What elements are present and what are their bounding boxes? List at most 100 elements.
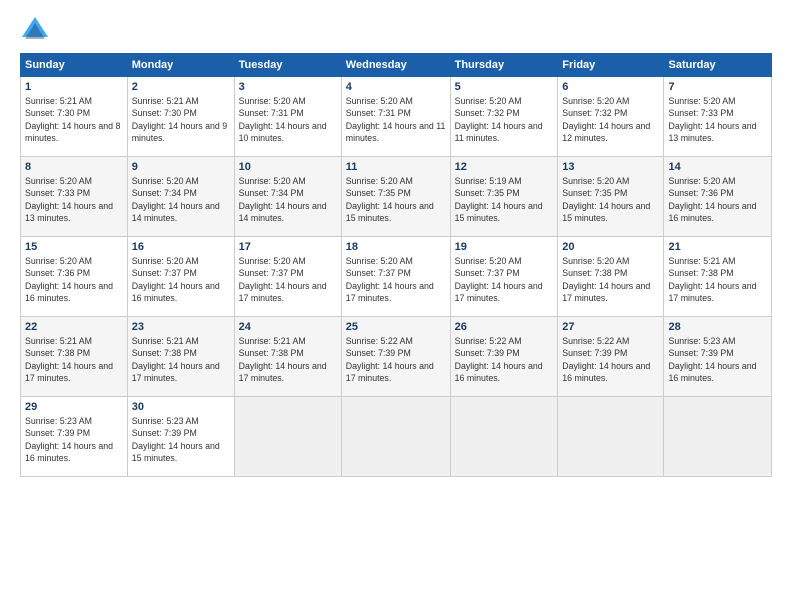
day-info: Sunrise: 5:20 AM Sunset: 7:34 PM Dayligh… — [239, 175, 337, 224]
calendar-cell: 30 Sunrise: 5:23 AM Sunset: 7:39 PM Dayl… — [127, 397, 234, 477]
page: SundayMondayTuesdayWednesdayThursdayFrid… — [0, 0, 792, 612]
day-number: 12 — [455, 161, 554, 173]
day-info: Sunrise: 5:21 AM Sunset: 7:38 PM Dayligh… — [239, 335, 337, 384]
sunrise-label: Sunrise: 5:20 AM — [25, 256, 92, 266]
calendar-cell: 24 Sunrise: 5:21 AM Sunset: 7:38 PM Dayl… — [234, 317, 341, 397]
sunrise-label: Sunrise: 5:20 AM — [455, 256, 522, 266]
sunrise-label: Sunrise: 5:20 AM — [25, 176, 92, 186]
day-info: Sunrise: 5:20 AM Sunset: 7:31 PM Dayligh… — [239, 95, 337, 144]
day-info: Sunrise: 5:22 AM Sunset: 7:39 PM Dayligh… — [455, 335, 554, 384]
day-number: 2 — [132, 81, 230, 93]
sunset-label: Sunset: 7:32 PM — [562, 108, 627, 118]
sunrise-label: Sunrise: 5:20 AM — [455, 96, 522, 106]
day-info: Sunrise: 5:20 AM Sunset: 7:35 PM Dayligh… — [346, 175, 446, 224]
daylight-label: Daylight: 14 hours and 17 minutes. — [346, 281, 434, 303]
calendar-cell — [234, 397, 341, 477]
daylight-label: Daylight: 14 hours and 8 minutes. — [25, 121, 120, 143]
sunrise-label: Sunrise: 5:22 AM — [562, 336, 629, 346]
day-number: 4 — [346, 81, 446, 93]
sunset-label: Sunset: 7:34 PM — [239, 188, 304, 198]
daylight-label: Daylight: 14 hours and 16 minutes. — [25, 281, 113, 303]
sunrise-label: Sunrise: 5:20 AM — [668, 176, 735, 186]
calendar-cell: 21 Sunrise: 5:21 AM Sunset: 7:38 PM Dayl… — [664, 237, 772, 317]
calendar-week-5: 29 Sunrise: 5:23 AM Sunset: 7:39 PM Dayl… — [21, 397, 772, 477]
daylight-label: Daylight: 14 hours and 17 minutes. — [455, 281, 543, 303]
day-info: Sunrise: 5:20 AM Sunset: 7:33 PM Dayligh… — [668, 95, 767, 144]
calendar-cell: 17 Sunrise: 5:20 AM Sunset: 7:37 PM Dayl… — [234, 237, 341, 317]
sunrise-label: Sunrise: 5:21 AM — [132, 336, 199, 346]
day-info: Sunrise: 5:20 AM Sunset: 7:32 PM Dayligh… — [455, 95, 554, 144]
day-number: 28 — [668, 321, 767, 333]
daylight-label: Daylight: 14 hours and 13 minutes. — [25, 201, 113, 223]
sunrise-label: Sunrise: 5:21 AM — [132, 96, 199, 106]
sunset-label: Sunset: 7:39 PM — [132, 428, 197, 438]
weekday-tuesday: Tuesday — [234, 54, 341, 77]
calendar-cell: 12 Sunrise: 5:19 AM Sunset: 7:35 PM Dayl… — [450, 157, 558, 237]
sunrise-label: Sunrise: 5:20 AM — [239, 96, 306, 106]
sunrise-label: Sunrise: 5:20 AM — [562, 176, 629, 186]
calendar-cell: 6 Sunrise: 5:20 AM Sunset: 7:32 PM Dayli… — [558, 77, 664, 157]
sunrise-label: Sunrise: 5:20 AM — [346, 96, 413, 106]
calendar-cell: 26 Sunrise: 5:22 AM Sunset: 7:39 PM Dayl… — [450, 317, 558, 397]
calendar-cell: 16 Sunrise: 5:20 AM Sunset: 7:37 PM Dayl… — [127, 237, 234, 317]
day-number: 23 — [132, 321, 230, 333]
sunrise-label: Sunrise: 5:21 AM — [25, 336, 92, 346]
sunset-label: Sunset: 7:36 PM — [25, 268, 90, 278]
sunset-label: Sunset: 7:35 PM — [562, 188, 627, 198]
calendar-cell: 18 Sunrise: 5:20 AM Sunset: 7:37 PM Dayl… — [341, 237, 450, 317]
daylight-label: Daylight: 14 hours and 16 minutes. — [668, 201, 756, 223]
daylight-label: Daylight: 14 hours and 10 minutes. — [239, 121, 327, 143]
day-info: Sunrise: 5:20 AM Sunset: 7:36 PM Dayligh… — [668, 175, 767, 224]
sunrise-label: Sunrise: 5:21 AM — [239, 336, 306, 346]
day-info: Sunrise: 5:19 AM Sunset: 7:35 PM Dayligh… — [455, 175, 554, 224]
day-info: Sunrise: 5:21 AM Sunset: 7:30 PM Dayligh… — [132, 95, 230, 144]
sunset-label: Sunset: 7:39 PM — [346, 348, 411, 358]
sunrise-label: Sunrise: 5:20 AM — [239, 176, 306, 186]
daylight-label: Daylight: 14 hours and 16 minutes. — [25, 441, 113, 463]
sunrise-label: Sunrise: 5:23 AM — [25, 416, 92, 426]
sunrise-label: Sunrise: 5:20 AM — [346, 176, 413, 186]
day-info: Sunrise: 5:20 AM Sunset: 7:37 PM Dayligh… — [455, 255, 554, 304]
calendar-cell: 29 Sunrise: 5:23 AM Sunset: 7:39 PM Dayl… — [21, 397, 128, 477]
logo — [20, 15, 54, 45]
sunset-label: Sunset: 7:33 PM — [668, 108, 733, 118]
daylight-label: Daylight: 14 hours and 12 minutes. — [562, 121, 650, 143]
weekday-sunday: Sunday — [21, 54, 128, 77]
sunset-label: Sunset: 7:33 PM — [25, 188, 90, 198]
calendar-cell — [450, 397, 558, 477]
weekday-thursday: Thursday — [450, 54, 558, 77]
sunrise-label: Sunrise: 5:22 AM — [346, 336, 413, 346]
daylight-label: Daylight: 14 hours and 17 minutes. — [239, 361, 327, 383]
sunset-label: Sunset: 7:31 PM — [239, 108, 304, 118]
sunrise-label: Sunrise: 5:22 AM — [455, 336, 522, 346]
calendar-cell: 7 Sunrise: 5:20 AM Sunset: 7:33 PM Dayli… — [664, 77, 772, 157]
calendar-week-3: 15 Sunrise: 5:20 AM Sunset: 7:36 PM Dayl… — [21, 237, 772, 317]
day-number: 16 — [132, 241, 230, 253]
calendar-cell: 14 Sunrise: 5:20 AM Sunset: 7:36 PM Dayl… — [664, 157, 772, 237]
calendar-cell: 22 Sunrise: 5:21 AM Sunset: 7:38 PM Dayl… — [21, 317, 128, 397]
daylight-label: Daylight: 14 hours and 15 minutes. — [346, 201, 434, 223]
sunrise-label: Sunrise: 5:20 AM — [132, 176, 199, 186]
day-number: 30 — [132, 401, 230, 413]
day-number: 19 — [455, 241, 554, 253]
sunset-label: Sunset: 7:37 PM — [239, 268, 304, 278]
sunset-label: Sunset: 7:38 PM — [562, 268, 627, 278]
day-number: 17 — [239, 241, 337, 253]
sunrise-label: Sunrise: 5:23 AM — [132, 416, 199, 426]
calendar-cell: 19 Sunrise: 5:20 AM Sunset: 7:37 PM Dayl… — [450, 237, 558, 317]
daylight-label: Daylight: 14 hours and 15 minutes. — [132, 441, 220, 463]
daylight-label: Daylight: 14 hours and 16 minutes. — [455, 361, 543, 383]
daylight-label: Daylight: 14 hours and 17 minutes. — [346, 361, 434, 383]
sunrise-label: Sunrise: 5:23 AM — [668, 336, 735, 346]
day-info: Sunrise: 5:20 AM Sunset: 7:38 PM Dayligh… — [562, 255, 659, 304]
daylight-label: Daylight: 14 hours and 17 minutes. — [668, 281, 756, 303]
day-info: Sunrise: 5:21 AM Sunset: 7:38 PM Dayligh… — [25, 335, 123, 384]
daylight-label: Daylight: 14 hours and 17 minutes. — [132, 361, 220, 383]
day-number: 13 — [562, 161, 659, 173]
day-number: 27 — [562, 321, 659, 333]
calendar-cell: 1 Sunrise: 5:21 AM Sunset: 7:30 PM Dayli… — [21, 77, 128, 157]
daylight-label: Daylight: 14 hours and 17 minutes. — [239, 281, 327, 303]
sunrise-label: Sunrise: 5:20 AM — [668, 96, 735, 106]
calendar-cell: 20 Sunrise: 5:20 AM Sunset: 7:38 PM Dayl… — [558, 237, 664, 317]
day-number: 9 — [132, 161, 230, 173]
